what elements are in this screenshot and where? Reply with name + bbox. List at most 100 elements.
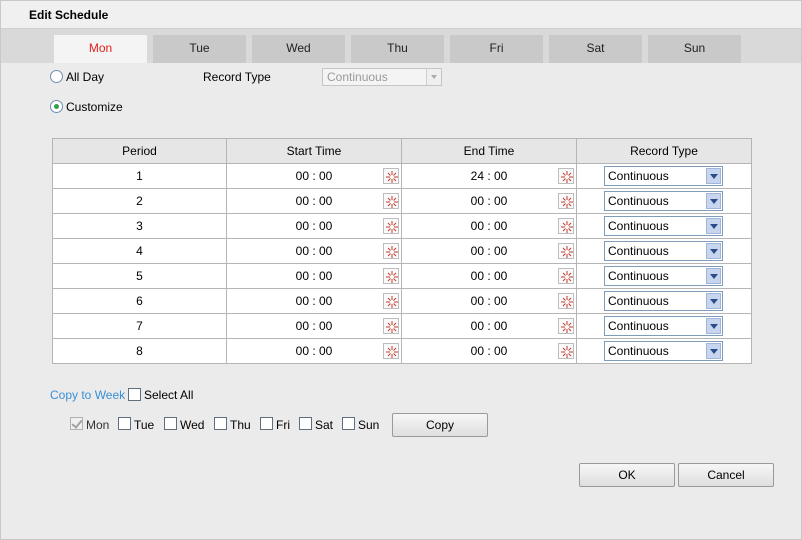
select-all-checkbox[interactable] <box>128 388 141 401</box>
record-type-select[interactable]: Continuous <box>604 316 723 336</box>
end-time-value[interactable]: 00 : 00 <box>464 294 514 308</box>
clock-icon[interactable] <box>558 243 574 259</box>
start-time-value[interactable]: 00 : 00 <box>289 219 339 233</box>
chevron-down-icon[interactable] <box>706 218 721 234</box>
clock-icon[interactable] <box>558 343 574 359</box>
chevron-down-icon[interactable] <box>706 193 721 209</box>
day-tabs: Mon Tue Wed Thu Fri Sat Sun <box>1 29 801 64</box>
table-header-row: Period Start Time End Time Record Type <box>52 138 752 164</box>
record-type-select[interactable]: Continuous <box>604 241 723 261</box>
copy-mon-checkbox <box>70 417 83 430</box>
period-number: 6 <box>136 294 143 308</box>
title-bar: Edit Schedule <box>1 1 801 29</box>
tab-tue[interactable]: Tue <box>153 35 246 63</box>
customize-radio[interactable] <box>50 100 63 113</box>
period-number: 1 <box>136 169 143 183</box>
start-time-value[interactable]: 00 : 00 <box>289 194 339 208</box>
tab-mon[interactable]: Mon <box>54 35 147 64</box>
select-all-label: Select All <box>144 388 194 402</box>
clock-icon[interactable] <box>383 343 399 359</box>
clock-icon[interactable] <box>558 193 574 209</box>
start-time-cell: 00 : 00 <box>226 213 402 239</box>
chevron-down-icon[interactable] <box>706 168 721 184</box>
tab-sat[interactable]: Sat <box>549 35 642 63</box>
record-type-cell: Continuous <box>576 263 752 289</box>
record-type-select[interactable]: Continuous <box>604 341 723 361</box>
header-start-time: Start Time <box>226 138 402 164</box>
table-row: 2 00 : 00 00 : 00 Continuous <box>52 188 752 214</box>
end-time-value[interactable]: 00 : 00 <box>464 194 514 208</box>
tab-sun[interactable]: Sun <box>648 35 741 63</box>
schedule-table: Period Start Time End Time Record Type 1… <box>52 138 752 364</box>
copy-tue-label: Tue <box>134 418 155 432</box>
end-time-value[interactable]: 00 : 00 <box>464 244 514 258</box>
all-day-radio[interactable] <box>50 70 63 83</box>
record-type-select[interactable]: Continuous <box>604 166 723 186</box>
chevron-down-icon[interactable] <box>706 343 721 359</box>
clock-icon[interactable] <box>383 268 399 284</box>
period-number: 2 <box>136 194 143 208</box>
period-number: 7 <box>136 319 143 333</box>
record-type-value: Continuous <box>608 169 669 183</box>
clock-icon[interactable] <box>558 268 574 284</box>
start-time-value[interactable]: 00 : 00 <box>289 294 339 308</box>
period-cell: 3 <box>52 213 227 239</box>
record-type-select[interactable]: Continuous <box>604 191 723 211</box>
tab-thu[interactable]: Thu <box>351 35 444 63</box>
record-type-value: Continuous <box>608 219 669 233</box>
chevron-down-icon[interactable] <box>706 293 721 309</box>
record-type-select[interactable]: Continuous <box>604 216 723 236</box>
record-type-select[interactable]: Continuous <box>604 291 723 311</box>
clock-icon[interactable] <box>558 293 574 309</box>
copy-tue-checkbox[interactable] <box>118 417 131 430</box>
end-time-value[interactable]: 24 : 00 <box>464 169 514 183</box>
ok-button[interactable]: OK <box>579 463 675 487</box>
tab-wed[interactable]: Wed <box>252 35 345 63</box>
clock-icon[interactable] <box>383 218 399 234</box>
clock-icon[interactable] <box>558 168 574 184</box>
schedule-table-body: 1 00 : 00 24 : 00 Continuous 2 00 : 00 00 : 00… <box>52 163 752 364</box>
start-time-value[interactable]: 00 : 00 <box>289 269 339 283</box>
copy-thu-label: Thu <box>230 418 251 432</box>
end-time-value[interactable]: 00 : 00 <box>464 269 514 283</box>
start-time-value[interactable]: 00 : 00 <box>289 319 339 333</box>
end-time-cell: 00 : 00 <box>401 213 577 239</box>
clock-icon[interactable] <box>383 318 399 334</box>
end-time-value[interactable]: 00 : 00 <box>464 219 514 233</box>
copy-thu-checkbox[interactable] <box>214 417 227 430</box>
record-type-cell: Continuous <box>576 338 752 364</box>
record-type-select[interactable]: Continuous <box>604 266 723 286</box>
copy-wed-checkbox[interactable] <box>164 417 177 430</box>
record-type-cell: Continuous <box>576 288 752 314</box>
clock-icon[interactable] <box>558 318 574 334</box>
copy-fri-checkbox[interactable] <box>260 417 273 430</box>
period-cell: 2 <box>52 188 227 214</box>
clock-icon[interactable] <box>383 193 399 209</box>
chevron-down-icon[interactable] <box>706 243 721 259</box>
end-time-value[interactable]: 00 : 00 <box>464 319 514 333</box>
copy-button[interactable]: Copy <box>392 413 488 437</box>
end-time-cell: 24 : 00 <box>401 163 577 189</box>
tab-fri[interactable]: Fri <box>450 35 543 63</box>
table-row: 8 00 : 00 00 : 00 Continuous <box>52 338 752 364</box>
cancel-button[interactable]: Cancel <box>678 463 774 487</box>
start-time-value[interactable]: 00 : 00 <box>289 344 339 358</box>
copy-to-week-label: Copy to Week <box>50 388 126 402</box>
start-time-value[interactable]: 00 : 00 <box>289 169 339 183</box>
chevron-down-icon[interactable] <box>706 318 721 334</box>
record-type-cell: Continuous <box>576 238 752 264</box>
copy-mon-label: Mon <box>86 418 110 432</box>
chevron-down-icon[interactable] <box>706 268 721 284</box>
clock-icon[interactable] <box>383 293 399 309</box>
all-day-label: All Day <box>66 70 105 84</box>
copy-sat-checkbox[interactable] <box>299 417 312 430</box>
clock-icon[interactable] <box>383 243 399 259</box>
record-type-cell: Continuous <box>576 163 752 189</box>
record-type-value: Continuous <box>608 244 669 258</box>
start-time-value[interactable]: 00 : 00 <box>289 244 339 258</box>
header-period: Period <box>52 138 227 164</box>
clock-icon[interactable] <box>558 218 574 234</box>
end-time-value[interactable]: 00 : 00 <box>464 344 514 358</box>
clock-icon[interactable] <box>383 168 399 184</box>
copy-sun-checkbox[interactable] <box>342 417 355 430</box>
